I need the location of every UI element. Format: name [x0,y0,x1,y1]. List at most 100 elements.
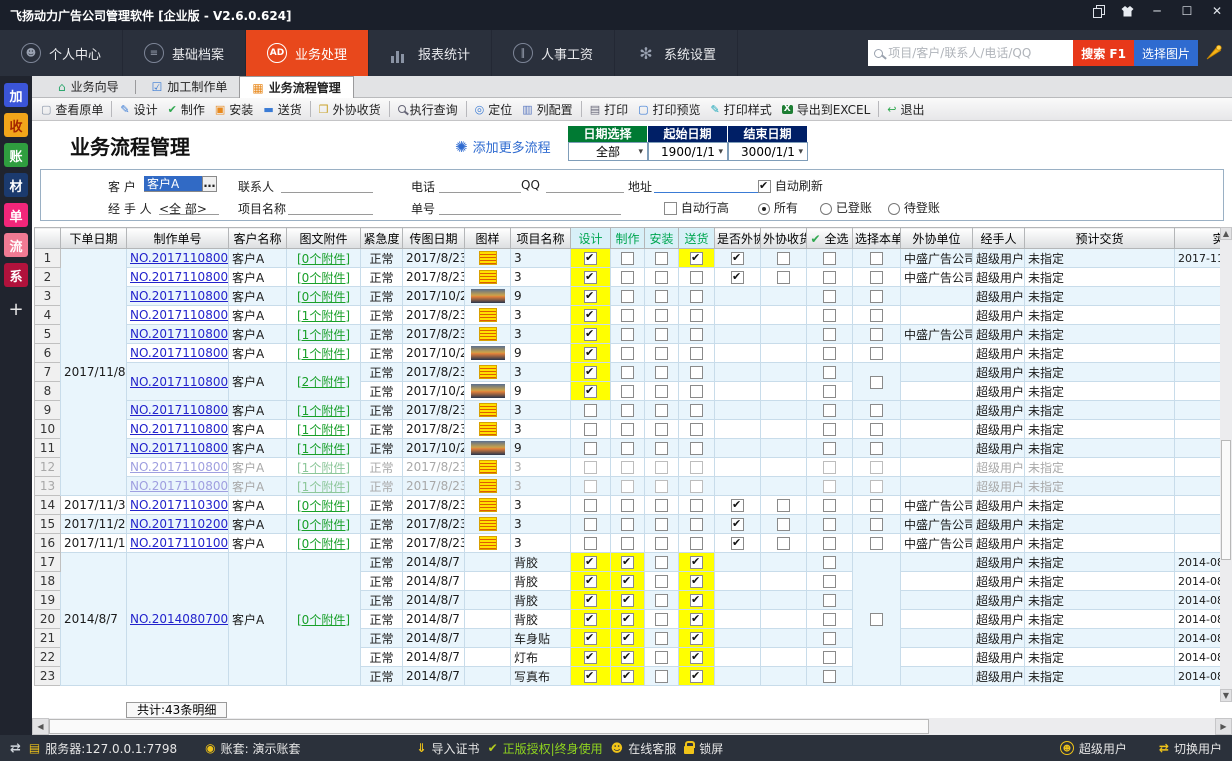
select-all-cell[interactable] [807,382,853,401]
design-checkbox[interactable] [584,309,597,322]
attachment-link[interactable]: [1个附件] [297,404,350,418]
make-cell[interactable] [611,667,645,686]
column-header-16[interactable]: 选择本单 [853,228,901,249]
outsource-receive-checkbox[interactable] [777,252,790,265]
auto-refresh-checkbox[interactable]: 自动刷新 [758,177,823,194]
install-checkbox[interactable] [655,670,668,683]
toolbar-print-button[interactable]: ▤打印 [585,99,633,119]
deliver-cell[interactable] [679,496,715,515]
select-order-checkbox[interactable] [870,271,883,284]
doc-thumbnail[interactable] [479,308,497,322]
deliver-checkbox[interactable] [690,347,703,360]
make-cell[interactable] [611,648,645,667]
attachment-link[interactable]: [1个附件] [297,328,350,342]
deliver-checkbox[interactable] [690,518,703,531]
deliver-cell[interactable] [679,534,715,553]
order-no-link[interactable]: NO.201711080003 [130,441,229,455]
thumbnail-cell[interactable] [465,420,511,439]
thumbnail-cell[interactable] [465,515,511,534]
select-all-cell[interactable] [807,344,853,363]
outsource-checkbox[interactable] [731,271,744,284]
outsource-receive-checkbox[interactable] [777,271,790,284]
toolbar-deliver-button[interactable]: ▬送货 [258,99,306,119]
thumbnail-cell[interactable] [465,401,511,420]
import-cert-button[interactable]: ⇓导入证书 [416,740,479,757]
make-cell[interactable] [611,420,645,439]
install-checkbox[interactable] [655,480,668,493]
order-no-link[interactable]: NO.201711030001 [130,498,229,512]
table-row[interactable]: 12NO.201711080002客户A[1个附件]正常2017/8/233超级… [35,458,1221,477]
order-no-link[interactable]: NO.201711020001 [130,517,229,531]
make-cell[interactable] [611,401,645,420]
select-order-cell[interactable] [853,458,901,477]
make-checkbox[interactable] [621,347,634,360]
install-cell[interactable] [645,515,679,534]
install-cell[interactable] [645,287,679,306]
table-row[interactable]: 3NO.201711080010客户A[0个附件]正常2017/10/209超级… [35,287,1221,306]
thumbnail-cell[interactable] [465,477,511,496]
select-all-checkbox[interactable] [823,499,836,512]
search-input[interactable] [888,46,1067,60]
select-order-checkbox[interactable] [870,518,883,531]
outsource-checkbox[interactable] [731,518,744,531]
design-checkbox[interactable] [584,366,597,379]
select-order-cell[interactable] [853,344,901,363]
make-cell[interactable] [611,572,645,591]
design-cell[interactable] [571,629,611,648]
outsource-receive-cell[interactable] [761,515,807,534]
attachment-link[interactable]: [0个附件] [297,613,350,627]
column-header-11[interactable]: 安装 [645,228,679,249]
nav-item-system[interactable]: ✻系统设置 [615,30,738,76]
swap-panel-icon[interactable]: ⇄ [10,741,21,756]
qq-input[interactable] [546,178,624,193]
make-cell[interactable] [611,268,645,287]
doc-thumbnail[interactable] [479,403,497,417]
select-order-cell[interactable] [853,534,901,553]
table-row[interactable]: 12017/11/8NO.201711080012客户A[0个附件]正常2017… [35,249,1221,268]
select-order-cell[interactable] [853,306,901,325]
install-checkbox[interactable] [655,442,668,455]
make-cell[interactable] [611,477,645,496]
select-all-checkbox[interactable] [823,480,836,493]
select-all-cell[interactable] [807,363,853,382]
make-cell[interactable] [611,553,645,572]
select-all-checkbox[interactable] [823,309,836,322]
thumbnail-cell[interactable] [465,496,511,515]
make-cell[interactable] [611,591,645,610]
design-checkbox[interactable] [584,480,597,493]
table-row[interactable]: 5NO.201711080008客户A[1个附件]正常2017/8/233中盛广… [35,325,1221,344]
column-header-20[interactable]: 实际 [1175,228,1221,249]
select-all-cell[interactable] [807,306,853,325]
deliver-cell[interactable] [679,629,715,648]
select-all-checkbox[interactable] [823,594,836,607]
deliver-cell[interactable] [679,325,715,344]
outsource-receive-checkbox[interactable] [777,518,790,531]
design-checkbox[interactable] [584,670,597,683]
photo-thumbnail[interactable] [471,441,505,455]
make-cell[interactable] [611,363,645,382]
column-header-5[interactable]: 紧急度 [361,228,403,249]
date-filter-dropdown[interactable]: 全部▾ [568,142,648,161]
column-header-6[interactable]: 传图日期 [403,228,465,249]
deliver-checkbox[interactable] [690,309,703,322]
column-header-15[interactable]: ✔全选 [807,228,853,249]
attachment-link[interactable]: [1个附件] [297,480,350,494]
order-no-link[interactable]: NO.201711080006 [130,375,229,389]
hscroll-thumb[interactable] [49,719,929,734]
attachment-link[interactable]: [0个附件] [297,252,350,266]
deliver-checkbox[interactable] [690,252,703,265]
make-cell[interactable] [611,306,645,325]
design-cell[interactable] [571,458,611,477]
install-cell[interactable] [645,382,679,401]
design-cell[interactable] [571,591,611,610]
select-all-checkbox[interactable] [823,651,836,664]
deliver-checkbox[interactable] [690,461,703,474]
install-cell[interactable] [645,268,679,287]
design-cell[interactable] [571,249,611,268]
design-cell[interactable] [571,382,611,401]
select-all-checkbox[interactable] [823,613,836,626]
doc-thumbnail[interactable] [479,460,497,474]
tab-1[interactable]: ⌂业务向导 [46,76,131,97]
select-all-cell[interactable] [807,496,853,515]
select-all-checkbox[interactable] [823,290,836,303]
